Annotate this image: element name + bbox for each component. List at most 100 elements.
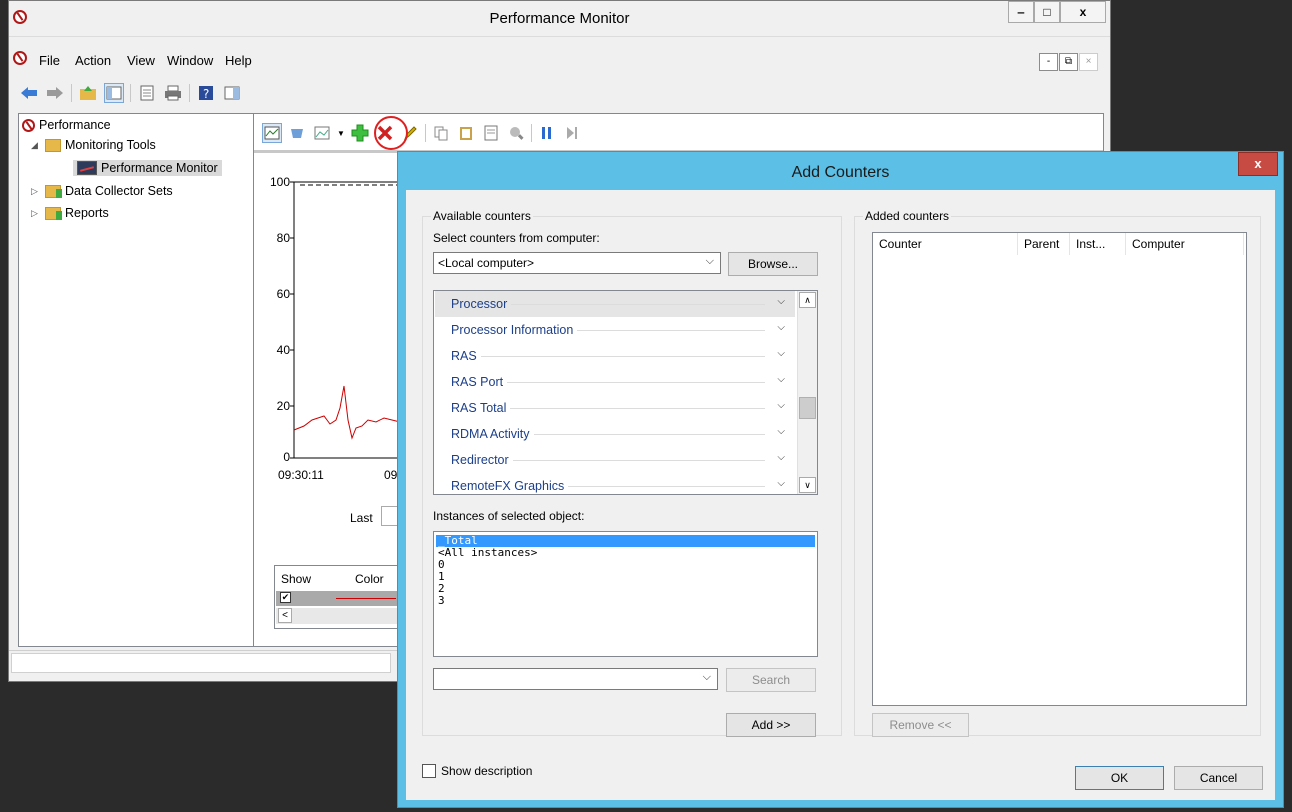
main-toolbar: ?	[19, 81, 242, 105]
menu-file[interactable]: File	[39, 53, 60, 68]
counter-item-ras[interactable]: RAS ⌵	[435, 343, 795, 369]
instance-item[interactable]: 1	[436, 571, 815, 583]
search-button[interactable]: Search	[726, 668, 816, 692]
last-value-label: Last	[350, 511, 373, 525]
show-hide-console-tree-icon[interactable]	[104, 83, 124, 103]
change-graph-type-icon[interactable]	[312, 123, 332, 143]
expand-chevron-icon[interactable]: ⌵	[777, 426, 785, 437]
instance-item[interactable]: 2	[436, 583, 815, 595]
tree-item-monitoring-tools[interactable]: ◢ Monitoring Tools	[31, 138, 156, 152]
tree-item-performance[interactable]: Performance	[22, 118, 111, 132]
menu-help[interactable]: Help	[225, 53, 252, 68]
expand-chevron-icon[interactable]: ⌵	[777, 374, 785, 385]
expand-chevron-icon[interactable]: ⌵	[777, 296, 785, 307]
instance-item[interactable]: <All instances>	[436, 547, 815, 559]
properties-icon[interactable]	[137, 83, 157, 103]
properties-icon[interactable]	[481, 123, 501, 143]
column-header-counter[interactable]: Counter	[873, 233, 1018, 255]
forward-arrow-icon[interactable]	[45, 83, 65, 103]
column-header-instance[interactable]: Inst...	[1070, 233, 1126, 255]
paste-counter-list-icon[interactable]	[456, 123, 476, 143]
graph-type-dropdown-icon[interactable]: ▼	[337, 129, 345, 138]
computer-select[interactable]: <Local computer> ⌵	[433, 252, 721, 274]
expand-chevron-icon[interactable]: ⌵	[777, 452, 785, 463]
mdi-restore-button[interactable]: ⧉	[1059, 53, 1078, 71]
window-controls: ‒ □ x	[1008, 1, 1106, 23]
legend-horizontal-scrollbar[interactable]: <	[276, 608, 413, 624]
legend-header-show[interactable]: Show	[281, 572, 311, 586]
freeze-display-icon[interactable]	[537, 123, 557, 143]
counter-name: RAS	[451, 349, 481, 363]
dialog-close-button[interactable]: x	[1238, 152, 1278, 176]
remove-button[interactable]: Remove <<	[872, 713, 969, 737]
back-arrow-icon[interactable]	[19, 83, 39, 103]
expand-chevron-icon[interactable]: ⌵	[777, 400, 785, 411]
instance-search-combo[interactable]: ⌵	[433, 668, 718, 690]
scroll-down-button[interactable]: ∨	[799, 477, 816, 493]
title-bar[interactable]: Performance Monitor ‒ □ x	[9, 1, 1110, 37]
x-tick-label: 09	[384, 468, 398, 482]
counter-name: Redirector	[451, 453, 513, 467]
close-button[interactable]: x	[1060, 1, 1106, 23]
up-folder-icon[interactable]	[78, 83, 98, 103]
legend-header-color[interactable]: Color	[355, 572, 384, 586]
scroll-thumb[interactable]	[799, 397, 816, 419]
instances-label: Instances of selected object:	[433, 509, 585, 523]
instance-item[interactable]: 3	[436, 595, 815, 607]
show-action-pane-icon[interactable]	[222, 83, 242, 103]
system-menu-icon[interactable]	[13, 51, 27, 65]
expand-chevron-icon[interactable]: ⌵	[777, 348, 785, 359]
add-counter-icon[interactable]	[350, 123, 370, 143]
counter-item-ras-port[interactable]: RAS Port ⌵	[435, 369, 795, 395]
view-log-data-icon[interactable]	[287, 123, 307, 143]
menu-action[interactable]: Action	[75, 53, 111, 68]
console-tree: Performance ◢ Monitoring Tools Performan…	[18, 113, 254, 647]
update-data-icon[interactable]	[562, 123, 582, 143]
scroll-left-button[interactable]: <	[278, 608, 292, 623]
counter-item-redirector[interactable]: Redirector ⌵	[435, 447, 795, 473]
column-header-parent[interactable]: Parent	[1018, 233, 1070, 255]
tree-item-label: Data Collector Sets	[65, 184, 173, 198]
counter-list-scrollbar[interactable]: ∧ ∨	[797, 291, 817, 494]
browse-button[interactable]: Browse...	[728, 252, 818, 276]
legend-row[interactable]: ✔	[276, 591, 413, 606]
mdi-minimize-button[interactable]: -	[1039, 53, 1058, 71]
reports-folder-icon	[45, 206, 62, 220]
minimize-button[interactable]: ‒	[1008, 1, 1034, 23]
print-icon[interactable]	[163, 83, 183, 103]
tree-item-data-collector-sets[interactable]: ▷ Data Collector Sets	[31, 184, 173, 198]
counter-list: Processor ⌵ Processor Information ⌵ RAS …	[433, 290, 818, 495]
maximize-button[interactable]: □	[1034, 1, 1060, 23]
toolbar-separator	[189, 84, 190, 102]
counter-item-processor[interactable]: Processor ⌵	[435, 291, 795, 317]
add-button[interactable]: Add >>	[726, 713, 816, 737]
show-description-checkbox[interactable]	[422, 764, 436, 778]
tree-item-performance-monitor[interactable]: Performance Monitor	[73, 160, 222, 176]
copy-properties-icon[interactable]	[431, 123, 451, 143]
expand-chevron-icon[interactable]: ⌵	[777, 322, 785, 333]
expanded-triangle-icon[interactable]: ◢	[31, 140, 41, 151]
show-checkbox[interactable]: ✔	[280, 592, 291, 603]
instance-item[interactable]: 0	[436, 559, 815, 571]
tree-item-reports[interactable]: ▷ Reports	[31, 206, 109, 220]
counter-item-rdma-activity[interactable]: RDMA Activity ⌵	[435, 421, 795, 447]
perfmon-icon	[22, 118, 35, 132]
cancel-button[interactable]: Cancel	[1174, 766, 1263, 790]
collapsed-triangle-icon[interactable]: ▷	[31, 186, 41, 197]
column-header-computer[interactable]: Computer	[1126, 233, 1244, 255]
collapsed-triangle-icon[interactable]: ▷	[31, 208, 41, 219]
graph-toolbar: ▼	[262, 116, 582, 150]
help-icon[interactable]: ?	[196, 83, 216, 103]
counter-item-processor-information[interactable]: Processor Information ⌵	[435, 317, 795, 343]
mdi-close-button[interactable]: ×	[1079, 53, 1098, 71]
counter-item-ras-total[interactable]: RAS Total ⌵	[435, 395, 795, 421]
ok-button[interactable]: OK	[1075, 766, 1164, 790]
scroll-up-button[interactable]: ∧	[799, 292, 816, 308]
show-description-label[interactable]: Show description	[441, 764, 532, 778]
menu-view[interactable]: View	[127, 53, 155, 68]
menu-window[interactable]: Window	[167, 53, 213, 68]
zoom-icon[interactable]	[506, 123, 526, 143]
view-current-activity-icon[interactable]	[262, 123, 282, 143]
expand-chevron-icon[interactable]: ⌵	[777, 478, 785, 489]
counter-item-remotefx-graphics[interactable]: RemoteFX Graphics ⌵	[435, 473, 795, 494]
